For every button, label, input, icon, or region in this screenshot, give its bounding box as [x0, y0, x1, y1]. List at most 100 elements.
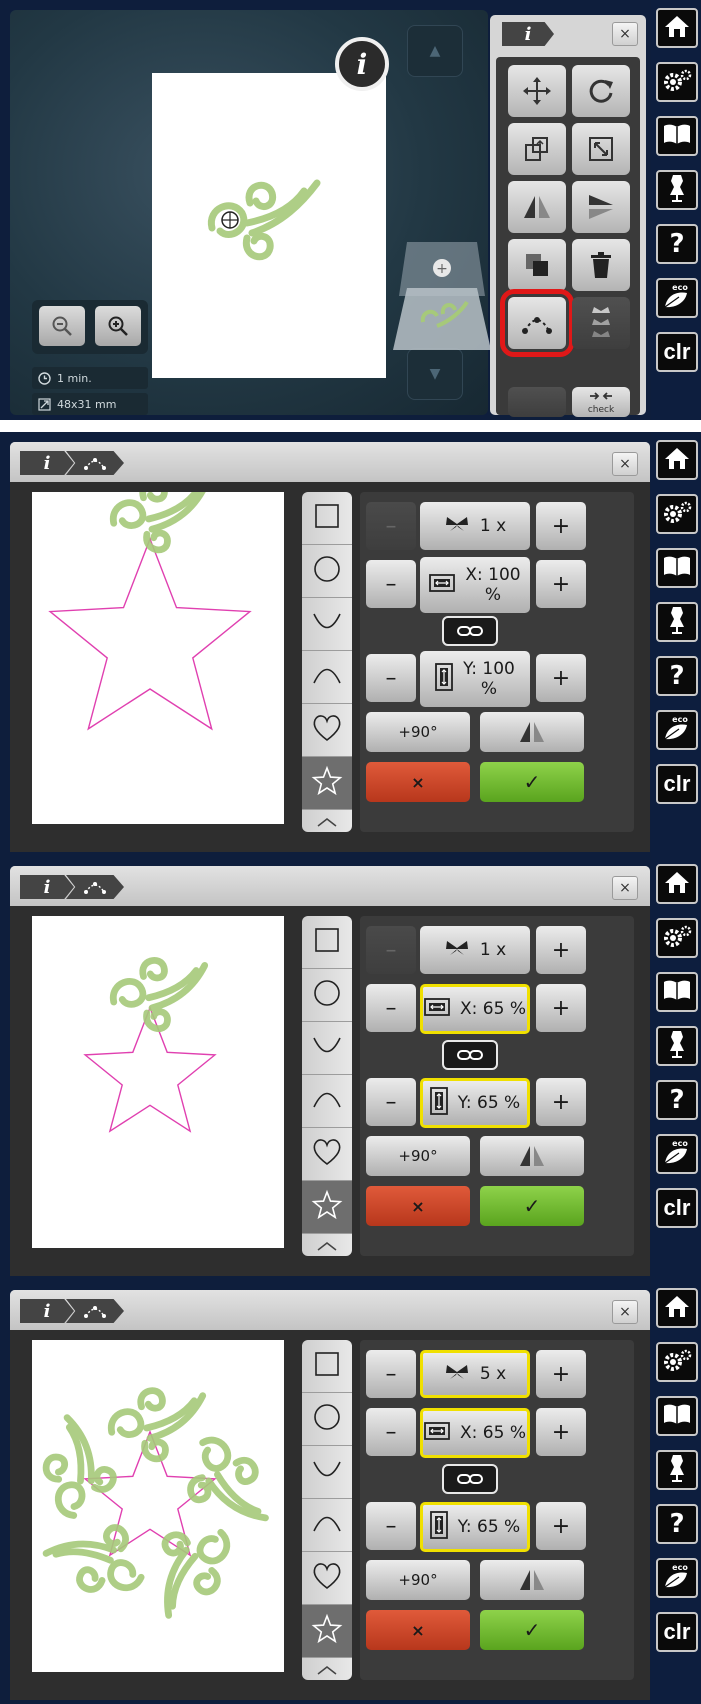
mirror-button[interactable]: [480, 1560, 584, 1600]
home-button[interactable]: [656, 864, 698, 904]
height-minus-button[interactable]: –: [366, 654, 416, 702]
help-button[interactable]: ?: [656, 1080, 698, 1120]
repeat-minus-button[interactable]: –: [366, 502, 416, 550]
info-tab[interactable]: i: [502, 22, 554, 46]
help-button[interactable]: ?: [656, 1504, 698, 1544]
height-value-button[interactable]: Y: 65 %: [420, 1502, 530, 1552]
confirm-button[interactable]: ✓: [480, 762, 584, 802]
shapes-scroll-button[interactable]: [302, 1658, 352, 1680]
shape-arc-button[interactable]: [500, 289, 574, 357]
mirror-button[interactable]: [480, 712, 584, 752]
width-minus-button[interactable]: –: [366, 560, 416, 608]
width-plus-button[interactable]: +: [536, 1408, 586, 1456]
height-plus-button[interactable]: +: [536, 1078, 586, 1126]
consultant-button[interactable]: [656, 170, 698, 210]
proportional-link-button[interactable]: [442, 1464, 498, 1494]
width-value-button[interactable]: X: 65 %: [420, 984, 530, 1034]
repeat-minus-button[interactable]: –: [366, 1350, 416, 1398]
info-tab[interactable]: i: [20, 875, 74, 899]
eco-button[interactable]: eco: [656, 278, 698, 318]
cancel-button[interactable]: ×: [366, 1610, 470, 1650]
info-tab[interactable]: i: [20, 1299, 74, 1323]
rotate-button[interactable]: [572, 65, 630, 117]
rotate-90-button[interactable]: +90°: [366, 1560, 470, 1600]
multi-motif-button[interactable]: [572, 297, 630, 349]
setup-button[interactable]: [656, 62, 698, 102]
close-button[interactable]: ×: [612, 22, 638, 46]
tutorial-button[interactable]: [656, 972, 698, 1012]
proportional-link-button[interactable]: [442, 1040, 498, 1070]
delete-button[interactable]: [572, 239, 630, 291]
layer-stack[interactable]: +: [393, 242, 491, 350]
proportional-link-button[interactable]: [442, 616, 498, 646]
width-value-button[interactable]: X: 100%: [420, 557, 530, 613]
clear-button[interactable]: clr: [656, 1188, 698, 1228]
height-minus-button[interactable]: –: [366, 1078, 416, 1126]
height-value-button[interactable]: Y: 100%: [420, 651, 530, 707]
height-value-button[interactable]: Y: 65 %: [420, 1078, 530, 1128]
home-button[interactable]: [656, 8, 698, 48]
help-button[interactable]: ?: [656, 656, 698, 696]
shape-circle-button[interactable]: [302, 1393, 352, 1446]
shape-square-button[interactable]: [302, 492, 352, 545]
info-button[interactable]: i: [335, 37, 389, 91]
shapes-scroll-button[interactable]: [302, 810, 352, 832]
home-button[interactable]: [656, 440, 698, 480]
hoop-area[interactable]: [152, 73, 386, 378]
rotate-90-button[interactable]: +90°: [366, 712, 470, 752]
repeat-value-button[interactable]: 1 x: [420, 502, 530, 550]
width-plus-button[interactable]: +: [536, 560, 586, 608]
check-button[interactable]: check: [572, 387, 630, 417]
shape-arc-down-button[interactable]: [302, 1446, 352, 1499]
repeat-value-button[interactable]: 5 x: [420, 1350, 530, 1398]
width-minus-button[interactable]: –: [366, 984, 416, 1032]
consultant-button[interactable]: [656, 602, 698, 642]
move-button[interactable]: [508, 65, 566, 117]
resize-button[interactable]: [508, 123, 566, 175]
confirm-button[interactable]: ✓: [480, 1186, 584, 1226]
close-button[interactable]: ×: [612, 876, 638, 900]
shape-heart-button[interactable]: [302, 1128, 352, 1181]
repeat-plus-button[interactable]: +: [536, 502, 586, 550]
more-tools-button[interactable]: [508, 387, 566, 417]
tutorial-button[interactable]: [656, 1396, 698, 1436]
cancel-button[interactable]: ×: [366, 762, 470, 802]
height-plus-button[interactable]: +: [536, 654, 586, 702]
height-plus-button[interactable]: +: [536, 1502, 586, 1550]
width-plus-button[interactable]: +: [536, 984, 586, 1032]
tutorial-button[interactable]: [656, 548, 698, 588]
clear-button[interactable]: clr: [656, 1612, 698, 1652]
shape-arc-tab[interactable]: [66, 875, 124, 899]
repeat-value-button[interactable]: 1 x: [420, 926, 530, 974]
scroll-down-button[interactable]: ▼: [407, 348, 463, 400]
home-button[interactable]: [656, 1288, 698, 1328]
shape-circle-button[interactable]: [302, 969, 352, 1022]
shape-arc-up-button[interactable]: [302, 651, 352, 704]
mirror-up-down-button[interactable]: [572, 181, 630, 233]
shape-arc-down-button[interactable]: [302, 598, 352, 651]
duplicate-button[interactable]: [508, 239, 566, 291]
repeat-minus-button[interactable]: –: [366, 926, 416, 974]
tutorial-button[interactable]: [656, 116, 698, 156]
shape-arc-down-button[interactable]: [302, 1022, 352, 1075]
rotate-90-button[interactable]: +90°: [366, 1136, 470, 1176]
clear-button[interactable]: clr: [656, 332, 698, 372]
embroidery-workspace[interactable]: i ▲ ▼ 1 min. 48x31 mm +: [10, 10, 491, 415]
shapes-scroll-button[interactable]: [302, 1234, 352, 1256]
close-button[interactable]: ×: [612, 452, 638, 476]
shape-square-button[interactable]: [302, 916, 352, 969]
shape-square-button[interactable]: [302, 1340, 352, 1393]
height-minus-button[interactable]: –: [366, 1502, 416, 1550]
repeat-plus-button[interactable]: +: [536, 1350, 586, 1398]
shape-arc-tab[interactable]: [66, 1299, 124, 1323]
cancel-button[interactable]: ×: [366, 1186, 470, 1226]
info-tab[interactable]: i: [20, 451, 74, 475]
repeat-plus-button[interactable]: +: [536, 926, 586, 974]
setup-button[interactable]: [656, 494, 698, 534]
consultant-button[interactable]: [656, 1450, 698, 1490]
zoom-in-button[interactable]: [95, 306, 141, 346]
eco-button[interactable]: eco: [656, 1558, 698, 1598]
eco-button[interactable]: eco: [656, 1134, 698, 1174]
setup-button[interactable]: [656, 918, 698, 958]
help-button[interactable]: ?: [656, 224, 698, 264]
